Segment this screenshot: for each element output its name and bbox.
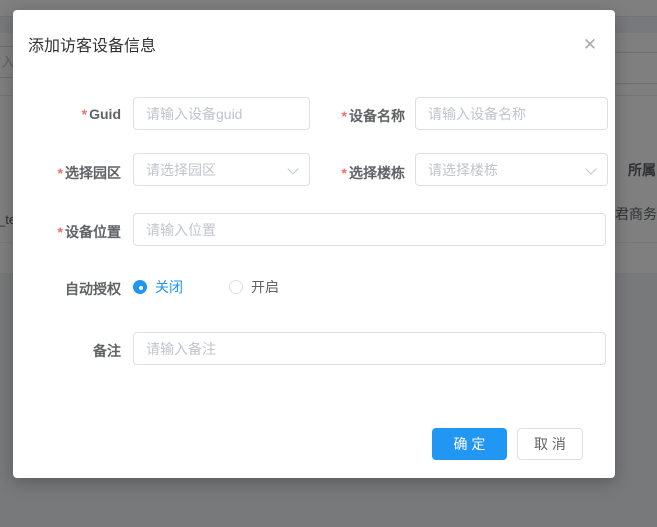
chevron-down-icon [585,163,597,175]
building-select-placeholder: 请选择楼栋 [428,161,498,178]
close-icon[interactable]: ✕ [576,30,604,58]
form-row-guid-name: *Guid *设备名称 [13,97,615,130]
location-label: * 设备位置 [57,224,121,240]
radio-circle-icon [133,280,147,294]
radio-option-off-label: 关闭 [155,279,183,295]
auto-auth-radio-group: 关闭 开启 [133,277,279,297]
form-row-park-building: * 选择园区 请选择园区 * 选择楼栋 请选择楼栋 [13,153,615,188]
add-visitor-device-modal: 添加访客设备信息 ✕ *Guid *设备名称 *选择园区 请选择园区 *选择楼栋… [13,10,615,478]
required-asterisk: * [341,108,347,124]
auto-auth-label: 自动授权 [65,281,121,297]
radio-option-off[interactable]: 关闭 [133,277,183,297]
confirm-button[interactable]: 确 定 [432,428,507,460]
park-label: * 选择园区 [57,165,121,181]
radio-circle-icon [229,280,243,294]
form-row-remark: 备注 [13,332,615,365]
guid-input[interactable] [133,97,310,130]
park-select-placeholder: 请选择园区 [146,161,216,178]
modal-title: 添加访客设备信息 [28,38,157,55]
form-row-auto-auth: 自动授权 关闭 开启 [13,277,615,297]
park-select[interactable]: 请选择园区 [133,153,310,186]
guid-label: * Guid [81,106,121,122]
building-label: * 选择楼栋 [341,165,405,181]
required-asterisk: * [341,165,347,181]
location-input[interactable] [133,213,606,246]
device-name-label: * 设备名称 [341,108,405,124]
device-name-input[interactable] [415,97,608,130]
required-asterisk: * [81,106,88,122]
building-select[interactable]: 请选择楼栋 [415,153,608,186]
remark-label: 备注 [93,343,121,359]
radio-option-on-label: 开启 [251,279,279,295]
remark-input[interactable] [133,332,606,365]
required-asterisk: * [57,224,63,240]
required-asterisk: * [57,165,63,181]
form-row-location: * 设备位置 [13,213,615,246]
cancel-button[interactable]: 取 消 [517,428,583,460]
chevron-down-icon [287,163,299,175]
radio-option-on[interactable]: 开启 [229,277,279,297]
